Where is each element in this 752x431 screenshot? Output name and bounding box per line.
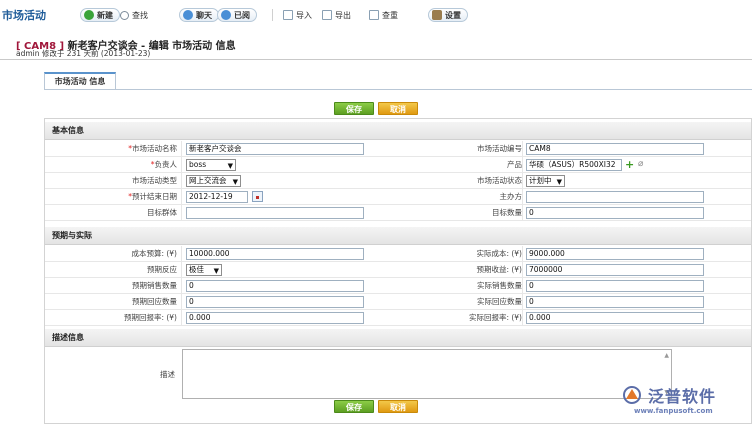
top-button-row: 保存 取消 [0, 102, 752, 115]
section-expected-actual: 预期与实际 [45, 227, 751, 245]
campaign-name-input[interactable]: 新老客户交谈会 [186, 143, 364, 155]
form-row: 预期回报率: (¥) 0.000 实际回报率: (¥) 0.000 [45, 310, 751, 326]
target-audience-input[interactable] [186, 207, 364, 219]
chevron-down-icon: ▼ [213, 267, 219, 275]
chat-icon [183, 10, 193, 20]
logo-url: www.fanpusoft.com [634, 407, 713, 415]
chevron-down-icon: ▼ [227, 162, 233, 170]
section-description: 描述信息 [45, 329, 751, 347]
actual-roi-input[interactable]: 0.000 [526, 312, 704, 324]
field-label: 目标数量 [492, 208, 522, 217]
import-button[interactable]: 导入 [283, 8, 312, 22]
save-button[interactable]: 保存 [334, 102, 374, 115]
field-label: 描述 [160, 370, 175, 379]
view-button[interactable]: 查重 [369, 8, 398, 22]
form-row: 预期反应 极佳 ▼ 预期收益: (¥) 7000000 [45, 262, 751, 278]
brand-logo: 泛普软件 www.fanpusoft.com [620, 383, 748, 423]
divider [0, 59, 752, 60]
form-row: 成本预算: (¥) 10000.000 实际成本: (¥) 9000.000 [45, 246, 751, 262]
duplicate-check-icon [369, 10, 379, 20]
field-label: 实际成本: (¥) [476, 249, 522, 258]
save-button-bottom[interactable]: 保存 [334, 400, 374, 413]
field-label: 产品 [507, 160, 522, 169]
actual-cost-input[interactable]: 9000.000 [526, 248, 704, 260]
scroll-up-icon[interactable]: ▲ [664, 352, 669, 359]
eye-icon [221, 10, 231, 20]
new-icon [84, 10, 94, 20]
search-icon [120, 10, 129, 20]
field-label: 实际回应数量 [477, 297, 522, 306]
export-button[interactable]: 导出 [322, 8, 351, 22]
budget-cost-input[interactable]: 10000.000 [186, 248, 364, 260]
record-subtitle: admin 修改于 231 天前 (2013-01-23) [16, 49, 151, 58]
description-textarea[interactable]: ▲ ▼ [182, 349, 672, 399]
module-title: 市场活动 [2, 9, 46, 22]
section-basic-info: 基本信息 [45, 122, 751, 140]
cancel-button[interactable]: 取消 [378, 102, 418, 115]
actual-responses-input[interactable]: 0 [526, 296, 704, 308]
field-label: *预计结束日期 [128, 192, 177, 201]
expected-response-select[interactable]: 极佳 ▼ [186, 264, 222, 276]
expected-revenue-input[interactable]: 7000000 [526, 264, 704, 276]
field-label: 市场活动编号 [477, 144, 522, 153]
chevron-down-icon: ▼ [232, 178, 238, 186]
form-row: *预计结束日期 2012-12-19 主办方 [45, 189, 751, 205]
tab-campaign-info[interactable]: 市场活动 信息 [44, 72, 116, 90]
form-row: 市场活动类型 网上交流会 ▼ 市场活动状态 计划中 ▼ [45, 173, 751, 189]
tools-icon [432, 10, 442, 20]
field-label: 实际销售数量 [477, 281, 522, 290]
cancel-button-bottom[interactable]: 取消 [378, 400, 418, 413]
find-button[interactable]: 查找 [120, 8, 148, 22]
owner-select[interactable]: boss ▼ [186, 159, 236, 171]
form-row: 预期回应数量 0 实际回应数量 0 [45, 294, 751, 310]
logo-mark-icon [623, 386, 641, 404]
target-count-input[interactable]: 0 [526, 207, 704, 219]
campaign-type-select[interactable]: 网上交流会 ▼ [186, 175, 241, 187]
chevron-down-icon: ▼ [556, 178, 562, 186]
form-panel: 基本信息 *市场活动名称 新老客户交谈会 市场活动编号 CAM8 *负责人 bo… [44, 118, 752, 424]
chat-button[interactable]: 聊天 [179, 8, 219, 22]
field-label: 预期回报率: (¥) [123, 313, 177, 322]
export-icon [322, 10, 332, 20]
read-button[interactable]: 已阅 [217, 8, 257, 22]
top-toolbar: 市场活动 新建 查找 聊天 已阅 导入 导出 查重 设置 [0, 0, 752, 30]
campaign-number-input[interactable]: CAM8 [526, 143, 704, 155]
tab-underline [44, 89, 752, 90]
logo-name: 泛普软件 [648, 387, 717, 406]
field-label: 预期回应数量 [132, 297, 177, 306]
field-label: 预期反应 [147, 265, 177, 274]
field-label: 目标群体 [147, 208, 177, 217]
field-label: 预期销售数量 [132, 281, 177, 290]
form-row: 目标群体 目标数量 0 [45, 205, 751, 221]
sponsor-input[interactable] [526, 191, 704, 203]
end-date-input[interactable]: 2012-12-19 [186, 191, 248, 203]
field-label: 主办方 [499, 192, 523, 201]
calendar-icon[interactable] [252, 191, 263, 202]
field-label: *市场活动名称 [128, 144, 177, 153]
actual-sales-input[interactable]: 0 [526, 280, 704, 292]
form-row: *市场活动名称 新老客户交谈会 市场活动编号 CAM8 [45, 141, 751, 157]
expected-sales-input[interactable]: 0 [186, 280, 364, 292]
toolbar-divider [272, 9, 273, 21]
product-input[interactable]: 华硕（ASUS）R500XI32 [526, 159, 622, 171]
campaign-status-select[interactable]: 计划中 ▼ [526, 175, 565, 187]
clear-icon[interactable]: ⌀ [638, 160, 647, 169]
field-label: 市场活动类型 [132, 176, 177, 185]
import-icon [283, 10, 293, 20]
form-row: 预期销售数量 0 实际销售数量 0 [45, 278, 751, 294]
add-icon[interactable]: + [625, 159, 634, 170]
settings-button[interactable]: 设置 [428, 8, 468, 22]
field-label: 实际回报率: (¥) [468, 313, 522, 322]
expected-responses-input[interactable]: 0 [186, 296, 364, 308]
field-label: 预期收益: (¥) [476, 265, 522, 274]
expected-roi-input[interactable]: 0.000 [186, 312, 364, 324]
field-label: *负责人 [150, 160, 177, 169]
field-label: 成本预算: (¥) [131, 249, 177, 258]
field-label: 市场活动状态 [477, 176, 522, 185]
form-row: *负责人 boss ▼ 产品 华硕（ASUS）R500XI32 + ⌀ [45, 157, 751, 173]
new-button[interactable]: 新建 [80, 8, 120, 22]
